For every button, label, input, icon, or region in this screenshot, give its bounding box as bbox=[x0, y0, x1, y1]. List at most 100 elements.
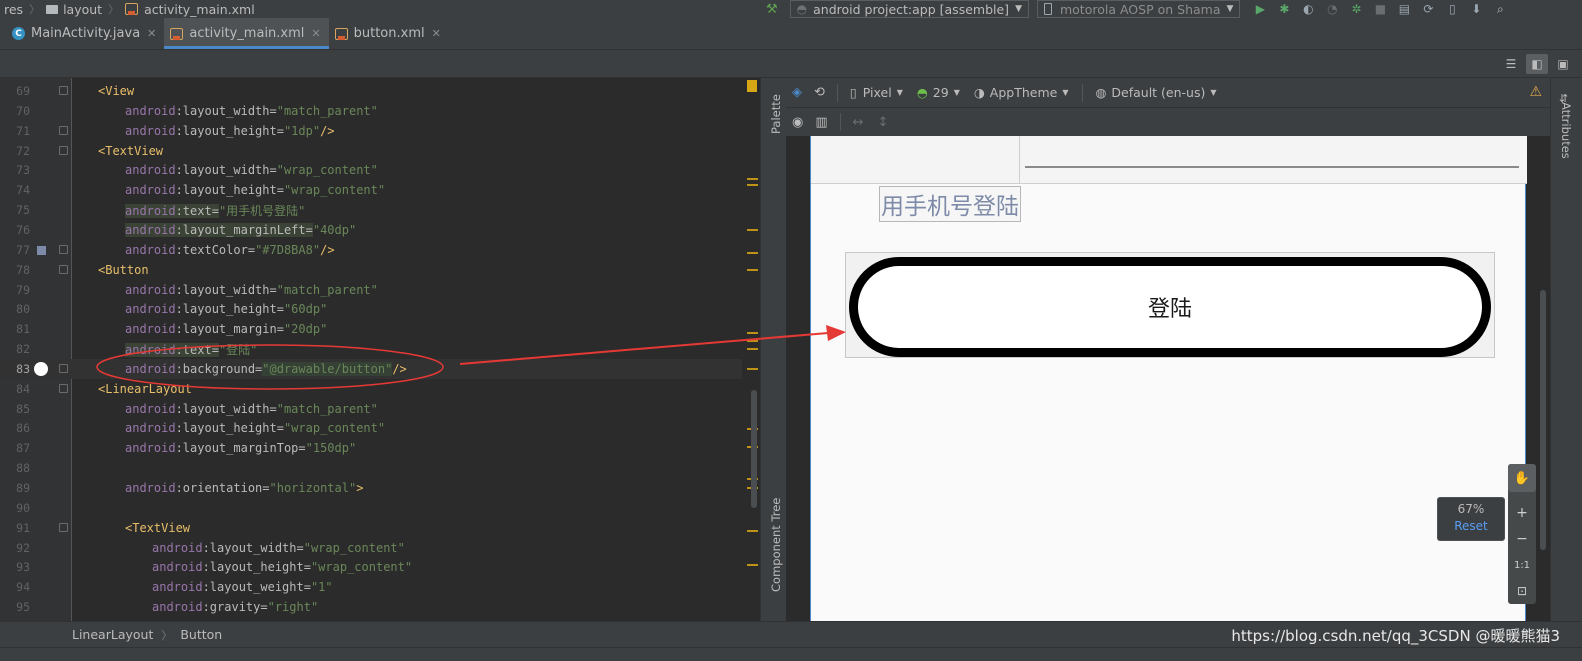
debug-icon[interactable]: ✱ bbox=[1277, 2, 1291, 16]
code-line[interactable]: 85 android:layout_width="match_parent" bbox=[0, 399, 742, 419]
breadcrumb-button[interactable]: Button bbox=[180, 627, 222, 642]
split-view-icon[interactable]: ◧ bbox=[1526, 54, 1548, 74]
horizontal-resize-icon[interactable]: ↔ bbox=[853, 115, 864, 130]
code-line[interactable]: 70 android:layout_width="match_parent" bbox=[0, 101, 742, 121]
breakpoint-icon[interactable] bbox=[34, 361, 48, 376]
zoom-actual-size-button[interactable]: 1:1 bbox=[1508, 552, 1536, 578]
code-line[interactable]: 69 <View bbox=[0, 81, 742, 101]
tab-mainactivity-java[interactable]: C MainActivity.java ✕ bbox=[6, 18, 164, 49]
code-line[interactable]: 86 android:layout_height="wrap_content" bbox=[0, 418, 742, 438]
pan-hand-icon[interactable]: ✋ bbox=[1508, 464, 1536, 492]
search-icon[interactable]: ⌕ bbox=[1493, 2, 1507, 16]
code-editor[interactable]: 69 <View 70 android:layout_width="match_par… bbox=[0, 78, 760, 621]
zoom-in-icon[interactable]: + bbox=[1508, 500, 1536, 526]
code-line[interactable]: 80 android:layout_height="60dp" bbox=[0, 299, 742, 319]
api-level-selector[interactable]: ◓ 29 ▼ bbox=[917, 85, 960, 100]
code-line[interactable]: 91 <TextView bbox=[0, 518, 742, 538]
code-line[interactable]: 79 android:layout_width="match_parent" bbox=[0, 280, 742, 300]
tab-button-xml[interactable]: button.xml ✕ bbox=[329, 18, 449, 49]
device-dropdown[interactable]: motorola AOSP on Shama ▼ bbox=[1036, 0, 1241, 18]
build-hammer-icon[interactable]: ⚒ bbox=[766, 2, 778, 17]
fold-marker-icon[interactable] bbox=[59, 125, 68, 135]
code-line[interactable]: 82 android:text="登陆" bbox=[0, 339, 742, 359]
code-line[interactable]: 83 android:background="@drawable/button"/… bbox=[0, 358, 742, 379]
code-view-icon[interactable]: ☰ bbox=[1500, 54, 1522, 74]
breadcrumb-file[interactable]: activity_main.xml bbox=[125, 2, 255, 17]
warning-stripe-mark[interactable] bbox=[747, 229, 758, 231]
warning-stripe-mark[interactable] bbox=[747, 252, 758, 254]
blueprint-icon[interactable]: ▥ bbox=[815, 115, 827, 130]
code-line[interactable]: 92 android:layout_width="wrap_content" bbox=[0, 538, 742, 558]
code-line[interactable]: 78 <Button bbox=[0, 260, 742, 280]
coverage-icon[interactable]: ◐ bbox=[1301, 2, 1315, 16]
code-line[interactable]: 93 android:layout_height="wrap_content" bbox=[0, 557, 742, 577]
code-line[interactable]: 71 android:layout_height="1dp"/> bbox=[0, 121, 742, 141]
breadcrumb-res[interactable]: res bbox=[4, 2, 23, 17]
theme-selector[interactable]: ◑ AppTheme ▼ bbox=[974, 85, 1069, 100]
code-line[interactable]: 94 android:layout_weight="1" bbox=[0, 577, 742, 597]
fold-marker-icon[interactable] bbox=[59, 264, 68, 274]
warning-stripe-mark[interactable] bbox=[747, 368, 758, 370]
warning-stripe-mark[interactable] bbox=[747, 269, 758, 271]
tab-activity-main-xml[interactable]: activity_main.xml ✕ bbox=[164, 18, 329, 49]
code-line[interactable]: 77 android:textColor="#7D8BA8"/> bbox=[0, 240, 742, 260]
fold-marker-icon[interactable] bbox=[59, 522, 68, 532]
device-selector[interactable]: ▯ Pixel ▼ bbox=[850, 85, 903, 100]
run-config-dropdown[interactable]: ◓ android project:app [assemble] ▼ bbox=[789, 0, 1029, 18]
breadcrumb-layout[interactable]: layout bbox=[46, 2, 102, 17]
code-line[interactable]: 73 android:layout_width="wrap_content" bbox=[0, 160, 742, 180]
warning-stripe-mark[interactable] bbox=[747, 178, 758, 180]
eye-icon[interactable]: ◉ bbox=[792, 115, 803, 130]
run-icon[interactable]: ▶ bbox=[1253, 2, 1267, 16]
zoom-out-icon[interactable]: − bbox=[1508, 526, 1536, 552]
locale-selector[interactable]: ◍ Default (en-us) ▼ bbox=[1095, 85, 1216, 100]
vertical-resize-icon[interactable]: ↕ bbox=[878, 115, 889, 130]
fold-marker-icon[interactable] bbox=[59, 363, 68, 373]
component-tree-panel-tab[interactable]: Component Tree bbox=[769, 498, 783, 592]
fold-marker-icon[interactable] bbox=[59, 145, 68, 155]
close-icon[interactable]: ✕ bbox=[432, 27, 441, 40]
zoom-to-fit-icon[interactable]: ⊡ bbox=[1508, 578, 1536, 604]
editor-scrollbar[interactable] bbox=[751, 390, 757, 508]
warning-stripe-mark[interactable] bbox=[747, 348, 758, 350]
code-line[interactable]: 72 <TextView bbox=[0, 141, 742, 161]
close-icon[interactable]: ✕ bbox=[311, 27, 320, 40]
layers-icon[interactable]: ◈ bbox=[792, 85, 802, 100]
code-line[interactable]: 76 android:layout_marginLeft="40dp" bbox=[0, 220, 742, 240]
code-line[interactable]: 84 <LinearLayout bbox=[0, 379, 742, 399]
device-screen-preview[interactable]: 用手机号登陆 登陆 bbox=[810, 136, 1527, 621]
attributes-panel-tab[interactable]: Attributes bbox=[1559, 102, 1573, 159]
fold-marker-icon[interactable] bbox=[59, 244, 68, 254]
project-structure-icon[interactable]: ▤ bbox=[1397, 2, 1411, 16]
code-line[interactable]: 87 android:layout_marginTop="150dp" bbox=[0, 438, 742, 458]
code-line[interactable]: 88 bbox=[0, 458, 742, 478]
code-line[interactable]: 81 android:layout_margin="20dp" bbox=[0, 319, 742, 339]
orientation-icon[interactable]: ⟲ bbox=[814, 85, 825, 100]
avd-manager-icon[interactable]: ▯ bbox=[1445, 2, 1459, 16]
profile-icon[interactable]: ◔ bbox=[1325, 2, 1339, 16]
warning-stripe-mark[interactable] bbox=[747, 530, 758, 532]
fold-marker-icon[interactable] bbox=[59, 86, 68, 95]
preview-phone-login-text[interactable]: 用手机号登陆 bbox=[879, 186, 1021, 222]
sdk-manager-icon[interactable]: ⬇ bbox=[1469, 2, 1483, 16]
preview-login-button[interactable]: 登陆 bbox=[849, 257, 1491, 357]
preview-top-row[interactable] bbox=[811, 136, 1527, 184]
code-line[interactable]: 75 android:text="用手机号登陆" bbox=[0, 200, 742, 220]
attach-debugger-icon[interactable]: ✲ bbox=[1349, 2, 1363, 16]
stop-icon[interactable]: ■ bbox=[1373, 2, 1387, 16]
code-line[interactable]: 74 android:layout_height="wrap_content" bbox=[0, 180, 742, 200]
color-swatch-icon[interactable] bbox=[37, 245, 46, 255]
fold-marker-icon[interactable] bbox=[59, 383, 68, 393]
warning-stripe-mark[interactable] bbox=[747, 564, 758, 566]
palette-panel-tab[interactable]: Palette bbox=[769, 94, 783, 134]
design-view-icon[interactable]: ▣ bbox=[1552, 54, 1574, 74]
warning-stripe-mark[interactable] bbox=[747, 184, 758, 186]
design-scrollbar[interactable] bbox=[1540, 290, 1546, 550]
close-icon[interactable]: ✕ bbox=[147, 27, 156, 40]
warning-indicator-icon[interactable] bbox=[747, 80, 757, 92]
zoom-reset-link[interactable]: Reset bbox=[1438, 519, 1504, 533]
warning-stripe-mark[interactable] bbox=[747, 332, 758, 334]
code-line[interactable]: 90 bbox=[0, 498, 742, 518]
sync-gradle-icon[interactable]: ⟳ bbox=[1421, 2, 1435, 16]
code-line[interactable]: 95 android:gravity="right" bbox=[0, 597, 742, 617]
